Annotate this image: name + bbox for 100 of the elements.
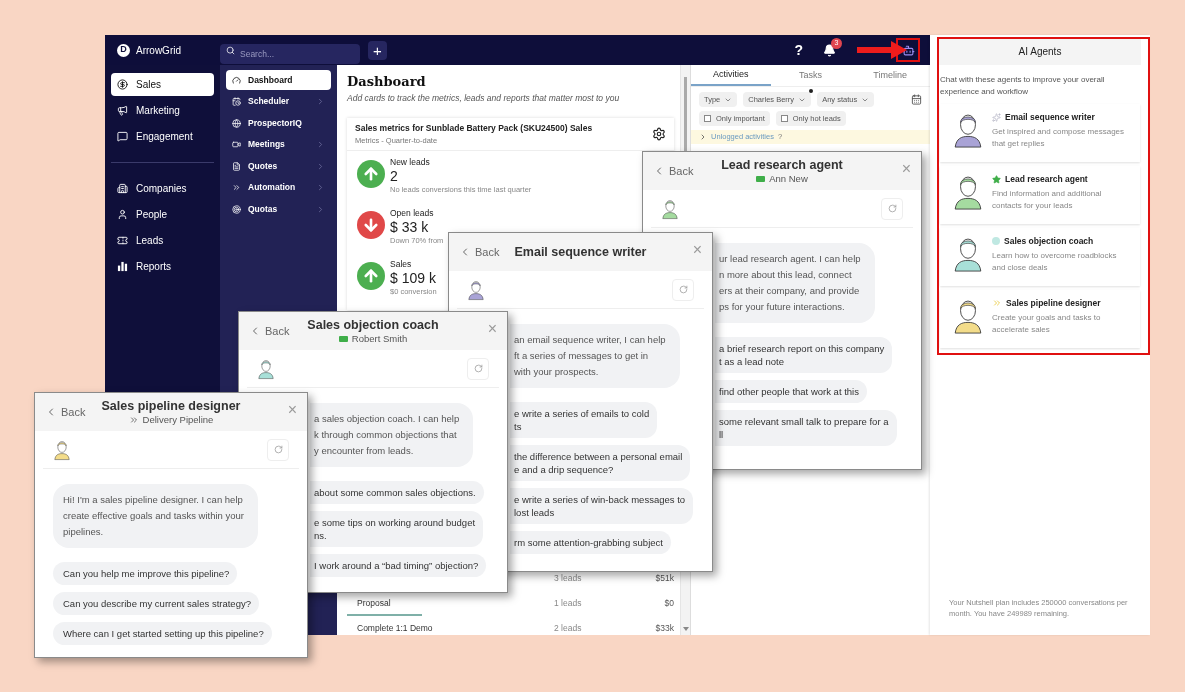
gauge-icon <box>232 75 241 85</box>
suggestion-chip[interactable]: Can you describe my current sales strategy? <box>53 592 259 615</box>
back-button[interactable]: Back <box>45 404 86 421</box>
megaphone-icon <box>117 105 128 116</box>
target-icon <box>232 204 241 214</box>
ticket-icon <box>117 235 128 246</box>
window-title: Sales pipeline designer <box>101 398 241 414</box>
add-button[interactable]: + <box>368 40 387 60</box>
sidebar-item[interactable]: Engagement <box>111 125 214 148</box>
subnav-item[interactable]: Meetings <box>226 134 331 155</box>
scroll-down-icon[interactable] <box>682 627 689 631</box>
sidebar-item[interactable]: Reports <box>111 255 214 278</box>
suggestion-chip[interactable]: about some common sales objections. <box>310 481 484 504</box>
subnav-item[interactable]: Quotas <box>226 199 331 219</box>
leads-cell-text: 1 leads <box>554 597 583 610</box>
suggestion-chip[interactable]: Can you help me improve this pipeline? <box>53 562 238 585</box>
subnav-item[interactable]: Automation <box>226 177 331 198</box>
chevron-right-icon <box>316 204 325 214</box>
agent-description: Find information and additional contacts for your leads <box>992 187 1103 212</box>
suggestion-chip[interactable]: I work around a “bad timing” objection? <box>310 554 487 577</box>
back-button[interactable]: Back <box>249 323 290 340</box>
agent-description: Create your goals and tasks to accelerate sales <box>992 311 1102 336</box>
suggestion-chip[interactable]: e write a series of win-back messages to lost leads <box>510 488 694 524</box>
refresh-icon <box>887 204 897 213</box>
window-title: Sales objection coach <box>307 317 439 333</box>
subnav-item[interactable]: Quotes <box>226 156 331 176</box>
window-title: Lead research agent <box>721 157 843 173</box>
window-subtitle: Robert Smith <box>351 333 408 345</box>
back-button[interactable]: Back <box>653 163 694 180</box>
agent-description: Learn how to overcome roadblocks and close deals <box>992 249 1118 274</box>
scrollbar-thumb[interactable] <box>684 77 687 152</box>
bar-chart-icon <box>117 261 128 272</box>
globe-icon <box>232 118 241 128</box>
amount-cell-text: $51k <box>654 572 674 585</box>
chevrons-icon <box>992 298 1002 309</box>
metric-value: $ 33 k <box>390 219 430 237</box>
chevron-right-icon <box>316 97 325 106</box>
suggestion-chip[interactable]: rm some attention-grabbing subject <box>510 531 671 554</box>
search-field[interactable]: Search... <box>220 44 360 64</box>
agent-card[interactable]: Email sequence writer Get inspired and compose messages that get replies <box>940 104 1140 162</box>
tab[interactable]: Activities <box>691 65 771 86</box>
tab[interactable]: Timeline <box>850 65 930 86</box>
agent-card[interactable]: Sales pipeline designer Create your goals and tasks to accelerate sales <box>940 290 1140 348</box>
suggestion-chip[interactable]: Where can I get started setting up this pipeline? <box>53 622 272 645</box>
checkbox[interactable] <box>780 115 788 122</box>
metric-label: Sales <box>390 259 413 271</box>
chevron-right-icon <box>316 161 325 171</box>
building-icon <box>117 183 128 194</box>
amount-cell-text: $33k <box>654 622 674 635</box>
logo-icon: D <box>117 43 130 57</box>
sparkle-icon <box>992 112 1001 122</box>
metric-value: $ 109 k <box>390 270 437 288</box>
stage-cell-text: Proposal <box>356 597 392 610</box>
agent-card[interactable]: Lead research agent Find information and additional contacts for your leads <box>940 166 1140 224</box>
search-icon <box>226 45 235 55</box>
settings-icon[interactable] <box>652 127 666 142</box>
amount-cell-text: $0 <box>663 597 674 610</box>
video-icon <box>232 140 241 149</box>
sidebar-item[interactable]: Leads <box>111 229 214 252</box>
subnav-item[interactable]: Dashboard <box>226 70 331 90</box>
person-icon <box>117 209 128 220</box>
agent-name: Sales objection coach <box>1004 235 1094 248</box>
suggestion-chip[interactable]: e write a series of emails to cold ts <box>510 402 658 438</box>
subnav-item[interactable]: Scheduler <box>226 91 331 112</box>
suggestion-chip[interactable]: a brief research report on this company t as a lead note <box>715 337 893 373</box>
suggestion-chip[interactable]: e some tips on working around budget ns. <box>310 511 484 547</box>
agent-name: Lead research agent <box>1005 173 1088 186</box>
notifications-icon[interactable] <box>823 43 836 57</box>
subnav-item[interactable]: ProspectorIQ <box>226 113 331 133</box>
robot-icon[interactable] <box>901 43 915 57</box>
dollar-icon <box>117 79 128 90</box>
window-subtitle: Ann New <box>769 173 808 185</box>
window-title: Email sequence writer <box>514 244 647 260</box>
card-title: Sales metrics for Sunblade Battery Pack (SKU24500) Sales <box>355 122 593 135</box>
metric-value: 2 <box>390 168 399 186</box>
chat-icon <box>117 131 128 142</box>
app-name: ArrowGrid <box>136 43 181 58</box>
sidebar-item[interactable]: Sales <box>111 73 214 96</box>
back-button[interactable]: Back <box>459 244 500 261</box>
sidebar-item[interactable]: Companies <box>111 177 214 200</box>
calendar-icon[interactable] <box>911 94 922 105</box>
sidebar-item[interactable]: Marketing <box>111 99 214 122</box>
chevron-right-icon <box>699 133 707 141</box>
refresh-icon <box>473 364 483 373</box>
checkbox[interactable] <box>704 115 711 122</box>
chevron-right-icon <box>316 183 325 192</box>
panel-title: AI Agents <box>1018 45 1062 59</box>
help-button[interactable]: ? <box>794 39 803 61</box>
sidebar-item[interactable]: People <box>111 203 214 226</box>
suggestion-chip[interactable]: find other people that work at this <box>715 380 867 403</box>
page-title: Dashboard <box>347 73 427 91</box>
refresh-icon <box>273 445 283 454</box>
suggestion-chip[interactable]: some relevant small talk to prepare for a ll <box>715 410 897 446</box>
suggestion-chip[interactable]: the difference between a personal email e and a drip sequence? <box>510 445 691 481</box>
metric-label: Open leads <box>390 208 435 220</box>
agent-card[interactable]: Sales objection coach Learn how to overcome roadblocks and close deals <box>940 228 1140 286</box>
arrow-annotation <box>857 40 907 60</box>
message-text: an email sequence writer, I can help ft a series of messages to get in with your prospects. <box>514 333 666 379</box>
tab[interactable]: Tasks <box>770 65 851 86</box>
stage-cell-text: Complete 1:1 Demo <box>356 622 434 635</box>
